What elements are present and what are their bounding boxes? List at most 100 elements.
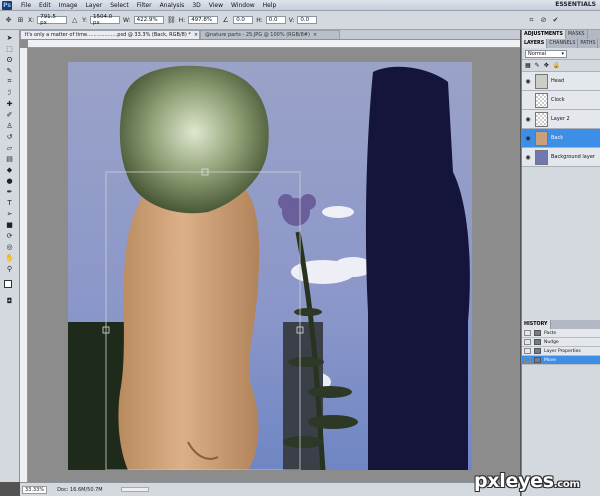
foreground-color[interactable] — [3, 280, 12, 288]
lock-all-icon[interactable]: 🔒 — [553, 62, 560, 69]
blur-tool-icon[interactable]: ◆ — [3, 165, 17, 175]
tab-layers[interactable]: LAYERS — [522, 39, 548, 48]
history-panel: HISTORY Paste Nudge Layer Properties Mov… — [522, 320, 600, 365]
tab-channels[interactable]: CHANNELS — [547, 39, 579, 48]
menu-window[interactable]: Window — [227, 2, 259, 9]
eye-icon[interactable]: ◉ — [524, 116, 532, 123]
history-step-icon — [534, 330, 541, 336]
brush-tool-icon[interactable]: ✐ — [3, 110, 17, 120]
lock-transparency-icon[interactable]: ▦ — [525, 62, 531, 69]
zoom-tool-icon[interactable]: ⚲ — [3, 264, 17, 274]
pen-tool-icon[interactable]: ✒ — [3, 187, 17, 197]
tab-nature-parts[interactable]: @nature parts - 25.JPG @ 100% (RGB/8#) × — [200, 30, 340, 39]
warp-icon[interactable]: ⌗ — [527, 16, 536, 25]
quick-select-tool-icon[interactable]: ✎ — [3, 66, 17, 76]
3d-orbit-tool-icon[interactable]: ◎ — [3, 242, 17, 252]
lock-pixels-icon[interactable]: ✎ — [535, 62, 540, 69]
workspace-switcher[interactable]: ESSENTIALS — [555, 1, 596, 8]
history-checkbox[interactable] — [524, 330, 531, 336]
history-item-move[interactable]: Move — [522, 356, 600, 365]
layer-name: Head — [551, 78, 565, 84]
crop-tool-icon[interactable]: ⌗ — [3, 77, 17, 87]
history-label: Nudge — [544, 339, 559, 345]
lock-position-icon[interactable]: ✥ — [544, 62, 549, 69]
menu-image[interactable]: Image — [55, 2, 82, 9]
history-item-paste[interactable]: Paste — [522, 329, 600, 338]
tab-active-document[interactable]: It's only a matter of time..............… — [20, 30, 200, 39]
x-position-field[interactable]: 791.5 px — [37, 14, 68, 26]
menu-layer[interactable]: Layer — [81, 2, 106, 9]
quick-mask-icon[interactable]: ◘ — [3, 297, 17, 307]
menu-file[interactable]: File — [17, 2, 35, 9]
layer-clock[interactable]: Clock — [522, 91, 600, 110]
pxleyes-watermark: pxleyes.com — [474, 470, 580, 492]
hand-tool-icon[interactable]: ✋ — [3, 253, 17, 263]
lasso-tool-icon[interactable]: ʘ — [3, 55, 17, 65]
3d-rotate-tool-icon[interactable]: ⟳ — [3, 231, 17, 241]
eye-icon[interactable]: ◉ — [524, 154, 532, 161]
eraser-tool-icon[interactable]: ▱ — [3, 143, 17, 153]
horizontal-scrollbar[interactable] — [120, 487, 149, 492]
tab-label: @nature parts - 25.JPG @ 100% (RGB/8#) — [205, 32, 310, 38]
menu-edit[interactable]: Edit — [35, 2, 55, 9]
y-position-field[interactable]: 1504.0 px — [90, 14, 121, 26]
reference-point-icon[interactable]: ⊞ — [16, 16, 25, 25]
zoom-level[interactable]: 33.33% — [22, 485, 48, 494]
history-checkbox[interactable] — [524, 348, 531, 354]
cancel-transform-icon[interactable]: ⊘ — [539, 16, 548, 25]
menu-help[interactable]: Help — [259, 2, 281, 9]
vertical-ruler[interactable] — [20, 48, 28, 482]
menu-filter[interactable]: Filter — [133, 2, 156, 9]
menu-select[interactable]: Select — [106, 2, 133, 9]
gradient-tool-icon[interactable]: ▤ — [3, 154, 17, 164]
tab-paths[interactable]: PATHS — [578, 39, 599, 48]
marquee-tool-icon[interactable]: ⬚ — [3, 44, 17, 54]
close-icon[interactable]: × — [194, 32, 198, 38]
blend-mode-select[interactable]: Normal ▾ — [525, 49, 567, 58]
height-field[interactable]: 497.8% — [188, 16, 219, 24]
dodge-tool-icon[interactable]: ● — [3, 176, 17, 186]
eye-icon[interactable]: ◉ — [524, 135, 532, 142]
history-checkbox[interactable] — [524, 339, 531, 345]
eyedropper-tool-icon[interactable]: ℐ — [3, 88, 17, 98]
vertical-skew-field[interactable]: 0.0 — [297, 16, 318, 24]
rotation-field[interactable]: 0.0 — [233, 16, 254, 24]
history-brush-tool-icon[interactable]: ↺ — [3, 132, 17, 142]
history-item-layer-properties[interactable]: Layer Properties — [522, 347, 600, 356]
history-checkbox[interactable] — [524, 357, 531, 363]
tab-history[interactable]: HISTORY — [522, 320, 551, 329]
shape-tool-icon[interactable]: ■ — [3, 220, 17, 230]
menu-3d[interactable]: 3D — [188, 2, 204, 9]
move-tool-icon[interactable]: ➤ — [3, 33, 17, 43]
doc-size: Doc: 16.6M/50.7M — [57, 486, 103, 493]
commit-transform-icon[interactable]: ✔ — [551, 16, 560, 25]
layer-head[interactable]: ◉ Head — [522, 72, 600, 91]
layer-back[interactable]: ◉ Back — [522, 129, 600, 148]
canvas-artwork — [68, 62, 472, 470]
document-tabs: It's only a matter of time..............… — [20, 30, 520, 40]
menu-analysis[interactable]: Analysis — [156, 2, 189, 9]
horizontal-skew-field[interactable]: 0.0 — [265, 16, 286, 24]
image-canvas[interactable] — [68, 62, 472, 470]
close-icon[interactable]: × — [313, 32, 317, 38]
healing-brush-tool-icon[interactable]: ✚ — [3, 99, 17, 109]
horizontal-ruler[interactable] — [28, 40, 520, 48]
history-item-nudge[interactable]: Nudge — [522, 338, 600, 347]
tab-adjustments[interactable]: ADJUSTMENTS — [522, 30, 566, 39]
width-field[interactable]: 422.9% — [133, 16, 164, 24]
link-icon[interactable]: ⛓ — [167, 16, 176, 25]
type-tool-icon[interactable]: T — [3, 198, 17, 208]
clone-stamp-tool-icon[interactable]: ♙ — [3, 121, 17, 131]
color-swatches[interactable] — [3, 279, 17, 295]
layers-list: ◉ Head Clock ◉ Layer 2 ◉ Back ◉ Backgrou… — [522, 72, 600, 167]
layer-background[interactable]: ◉ Background layer — [522, 148, 600, 167]
blend-mode-value: Normal — [528, 50, 547, 57]
tab-label: It's only a matter of time..............… — [25, 32, 191, 38]
path-selection-tool-icon[interactable]: ➣ — [3, 209, 17, 219]
triangle-icon[interactable]: △ — [70, 16, 79, 25]
layer-layer-2[interactable]: ◉ Layer 2 — [522, 110, 600, 129]
menu-view[interactable]: View — [205, 2, 227, 9]
tab-masks[interactable]: MASKS — [566, 30, 588, 39]
left-trees — [68, 322, 128, 470]
eye-icon[interactable]: ◉ — [524, 78, 532, 85]
